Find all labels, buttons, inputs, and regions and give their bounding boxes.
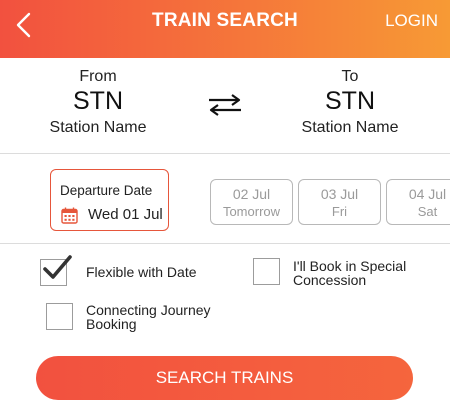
search-trains-button[interactable]: SEARCH TRAINS	[36, 356, 413, 400]
from-label: From	[79, 68, 117, 85]
from-station[interactable]: From STN Station Name	[23, 68, 173, 137]
date-chip[interactable]: 04 Jul Sat	[386, 179, 450, 225]
connecting-journey-line1: Connecting Journey	[86, 302, 211, 318]
departure-date-field[interactable]: Departure Date Wed 01 Jul	[50, 169, 169, 231]
special-concession-option[interactable]: I'll Book in Special Concession	[253, 256, 443, 290]
login-button[interactable]: LOGIN	[385, 11, 438, 31]
date-chip[interactable]: 02 Jul Tomorrow	[210, 179, 293, 225]
to-station-name: Station Name	[301, 119, 399, 136]
date-selector: Departure Date Wed 01 Jul 02 Jul Tomorro…	[0, 154, 450, 244]
date-chip-date: 02 Jul	[232, 186, 271, 202]
swap-arrows-icon[interactable]	[205, 94, 245, 116]
app-header: TRAIN SEARCH LOGIN	[0, 0, 450, 58]
flexible-date-label: Flexible with Date	[86, 264, 197, 280]
special-concession-line1: I'll Book in Special	[293, 258, 407, 274]
departure-date-label: Departure Date	[60, 183, 153, 198]
special-concession-label: I'll Book in Special Concession	[293, 259, 406, 287]
connecting-journey-label: Connecting Journey Booking	[86, 303, 211, 331]
to-station[interactable]: To STN Station Name	[275, 68, 425, 137]
connecting-journey-checkbox[interactable]	[46, 303, 73, 330]
date-chip[interactable]: 03 Jul Fri	[298, 179, 381, 225]
flexible-date-checkbox[interactable]	[40, 255, 72, 286]
date-chip-date: 04 Jul	[408, 186, 447, 202]
date-chip-day: Tomorrow	[222, 204, 281, 219]
station-selector: From STN Station Name To STN Station Nam…	[0, 58, 450, 154]
to-label: To	[341, 68, 359, 85]
date-chip-day: Fri	[331, 204, 348, 219]
date-chip-day: Sat	[417, 204, 438, 219]
from-station-name: Station Name	[49, 119, 147, 136]
page-title: TRAIN SEARCH	[152, 10, 298, 31]
connecting-journey-option[interactable]: Connecting Journey Booking	[46, 301, 246, 333]
connecting-journey-line2: Booking	[86, 316, 137, 332]
date-chip-date: 03 Jul	[320, 186, 359, 202]
special-concession-checkbox[interactable]	[253, 258, 280, 285]
flexible-date-option[interactable]: Flexible with Date	[40, 255, 240, 290]
calendar-icon	[61, 207, 78, 224]
from-station-code: STN	[73, 87, 123, 115]
departure-date-value: Wed 01 Jul	[88, 206, 163, 223]
checkmark-icon	[43, 255, 72, 279]
special-concession-line2: Concession	[293, 272, 367, 288]
chevron-left-icon[interactable]	[12, 10, 36, 40]
to-station-code: STN	[325, 87, 375, 115]
